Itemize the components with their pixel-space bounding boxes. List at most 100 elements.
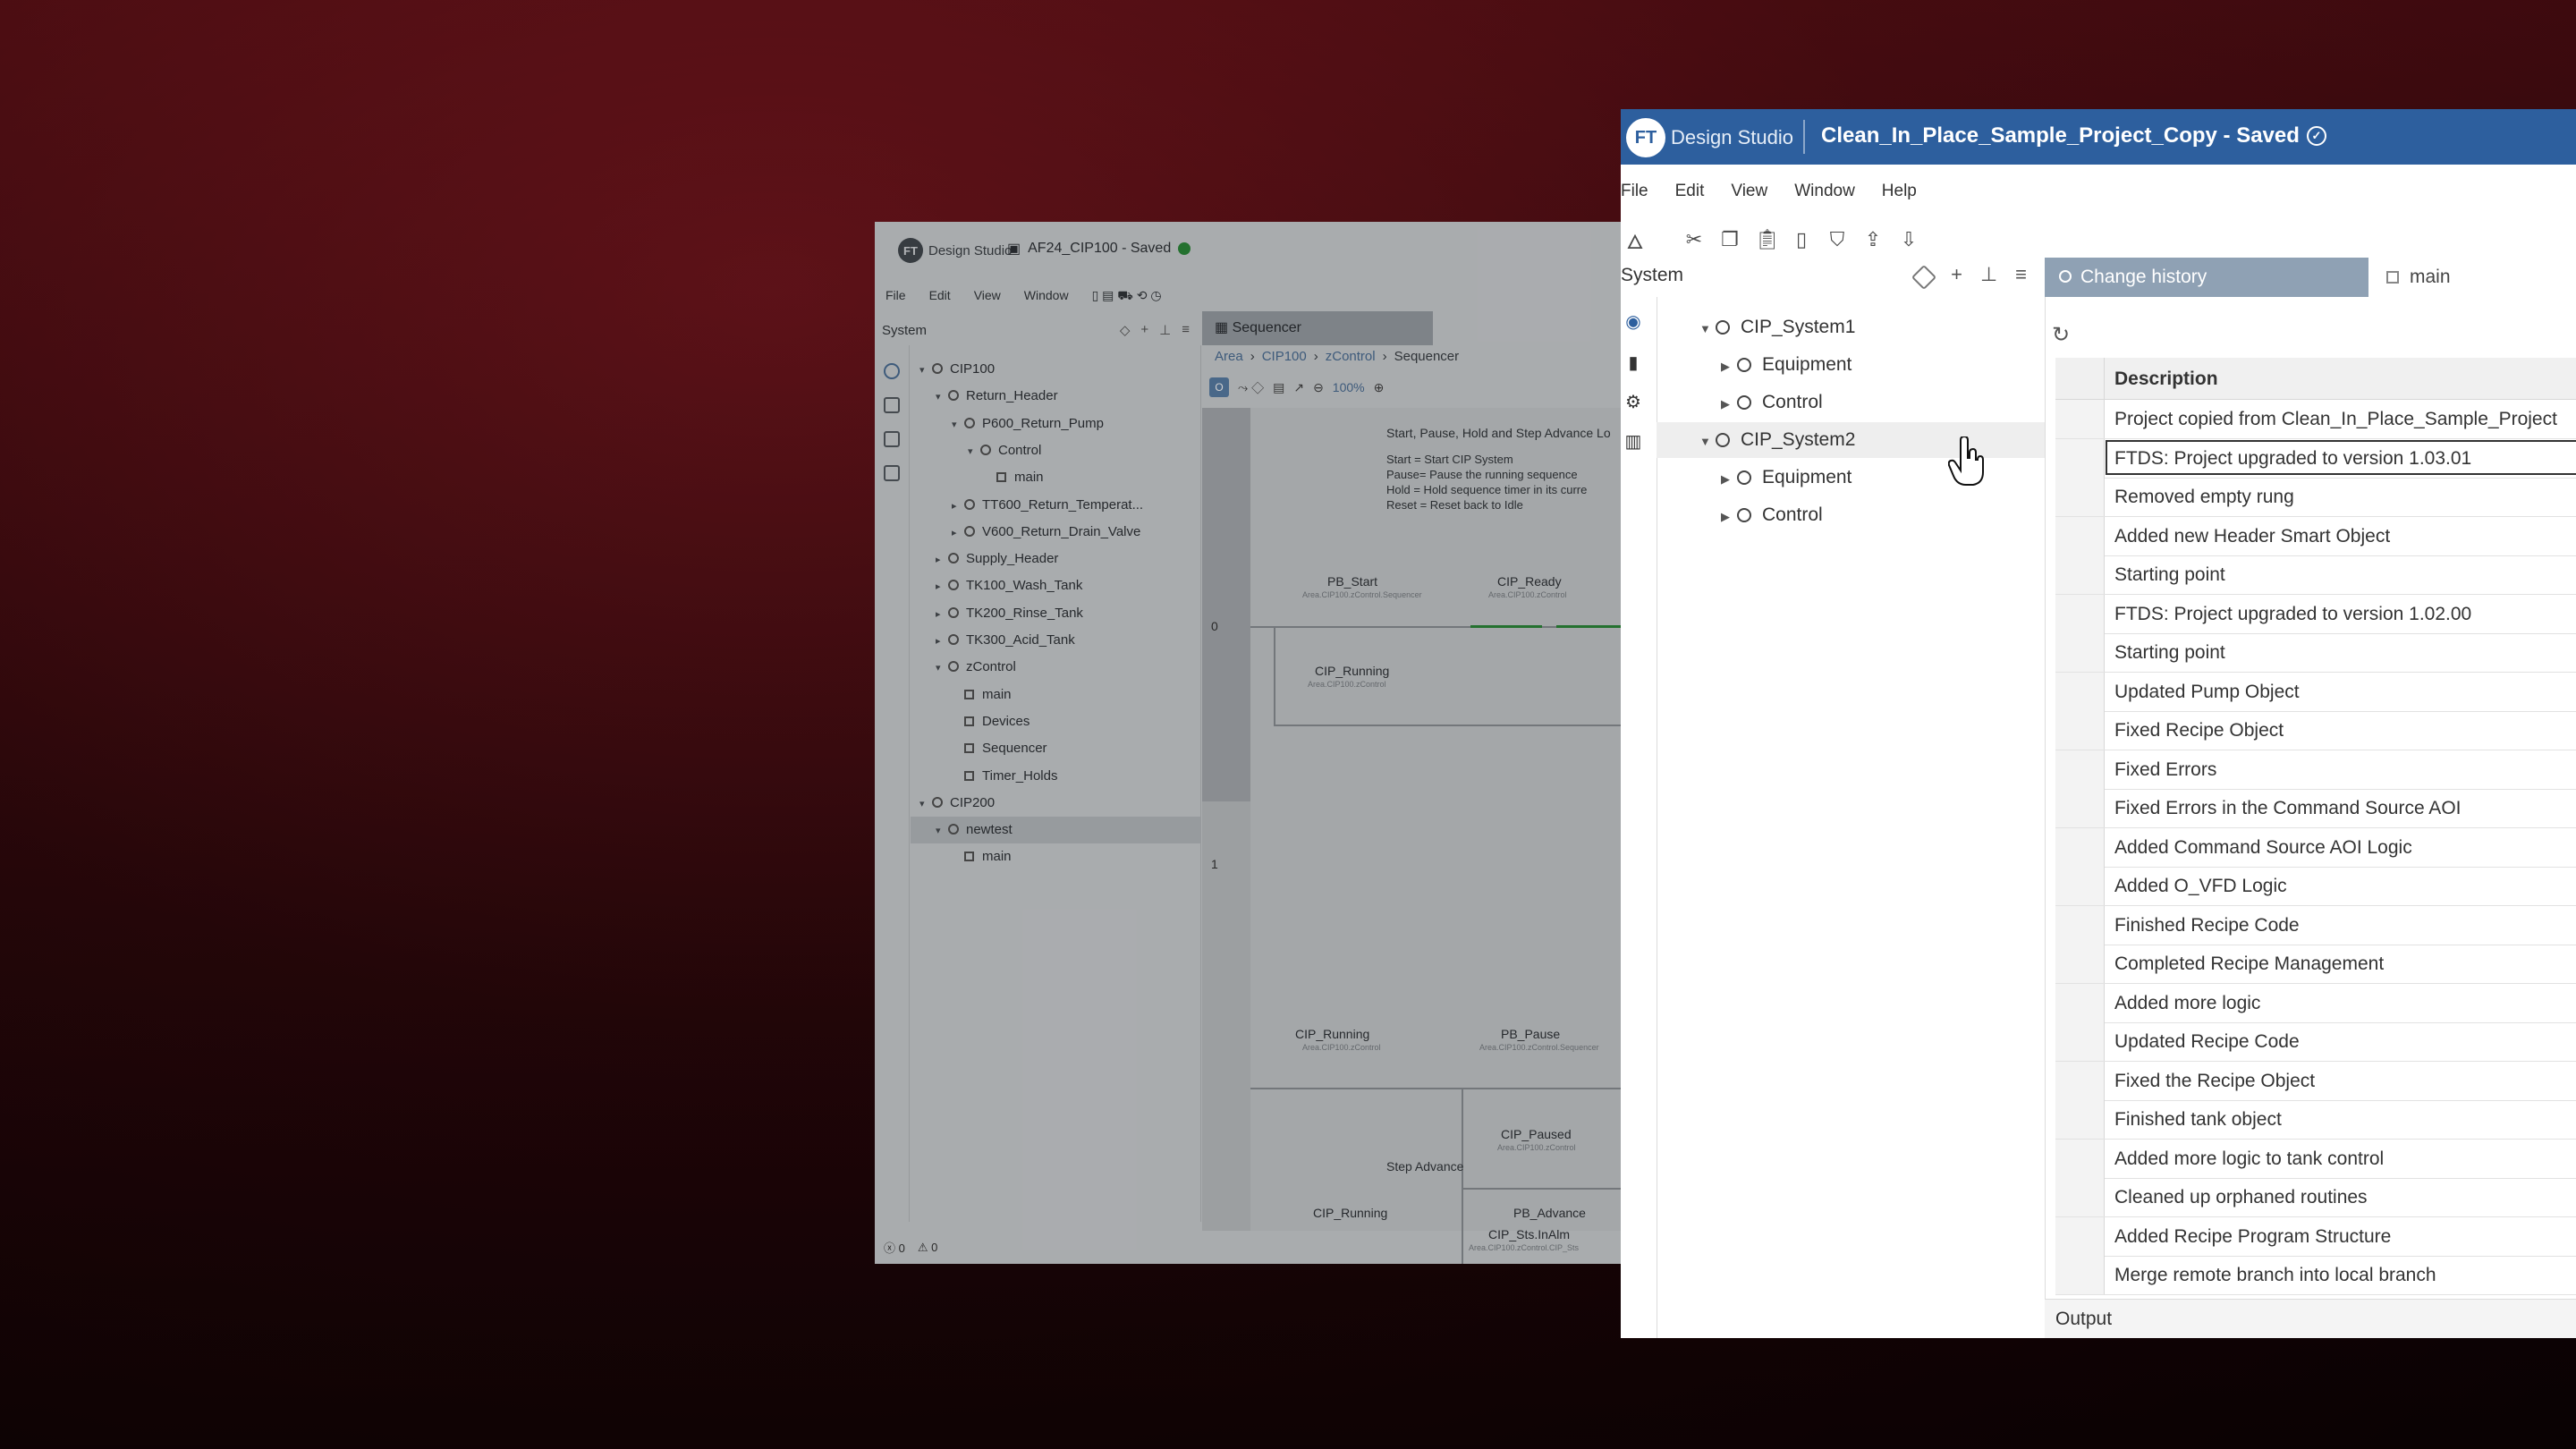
- toolbar-icons[interactable]: ▯ ▤ ⛟ ⟲ ◷: [1090, 284, 1164, 309]
- pin-icon[interactable]: ⊥: [1980, 263, 1997, 286]
- row-gutter[interactable]: [2055, 555, 2105, 594]
- error-icon[interactable]: ⓧ 0: [884, 1239, 905, 1256]
- device-icon[interactable]: ▯: [1791, 228, 1812, 251]
- table-row[interactable]: Added O_VFD Logic: [2055, 867, 2576, 906]
- caret-down-icon[interactable]: ▾: [952, 411, 964, 438]
- table-row[interactable]: Added more logic: [2055, 983, 2576, 1023]
- system-view-icon[interactable]: ◉: [1623, 311, 1644, 333]
- table-row[interactable]: Completed Recipe Management: [2055, 945, 2576, 984]
- caret-right-icon[interactable]: ▶: [1721, 386, 1737, 422]
- tag-pb-advance[interactable]: PB_Advance: [1513, 1206, 1586, 1220]
- row-gutter[interactable]: [2055, 1216, 2105, 1256]
- background-system-tree[interactable]: ▾ CIP100 ▾ Return_Header ▾ P600_Return_Pump ▾ C…: [911, 345, 1201, 1222]
- row-gutter[interactable]: [2055, 478, 2105, 516]
- tree-item[interactable]: main: [911, 843, 1200, 870]
- caret-down-icon[interactable]: ▼: [1699, 424, 1716, 460]
- tree-item[interactable]: ▸ TK100_Wash_Tank: [911, 572, 1200, 599]
- menu-edit[interactable]: Edit: [928, 284, 953, 309]
- menu-icon[interactable]: ≡: [2015, 263, 2027, 286]
- caret-right-icon[interactable]: ▶: [1721, 499, 1737, 535]
- caret-right-icon[interactable]: ▶: [1721, 462, 1737, 497]
- table-row[interactable]: Added Command Source AOI Logic: [2055, 827, 2576, 868]
- tree-item[interactable]: main: [911, 682, 1200, 708]
- row-gutter[interactable]: [2055, 1061, 2105, 1100]
- copy-icon[interactable]: ❐: [1719, 228, 1741, 251]
- row-gutter[interactable]: [2055, 905, 2105, 945]
- warning-icon[interactable]: ⚠ 0: [918, 1241, 938, 1255]
- row-gutter[interactable]: [2055, 867, 2105, 905]
- row-gutter[interactable]: [2055, 750, 2105, 789]
- share-icon[interactable]: ↗: [1293, 380, 1304, 395]
- table-row[interactable]: FTDS: Project upgraded to version 1.02.0…: [2055, 594, 2576, 634]
- table-row[interactable]: Added new Header Smart Object: [2055, 516, 2576, 556]
- branch-icon[interactable]: ⤳ ◇: [1238, 380, 1264, 395]
- caret-right-icon[interactable]: ▸: [936, 573, 948, 600]
- row-gutter[interactable]: [2055, 1100, 2105, 1139]
- caret-down-icon[interactable]: ▼: [1699, 311, 1716, 347]
- tree-item[interactable]: ▶ Control: [1657, 497, 2045, 533]
- cut-icon[interactable]: ✂: [1683, 228, 1705, 251]
- tag-pb-pause[interactable]: PB_Pause: [1501, 1027, 1560, 1041]
- menu-window[interactable]: Window: [1794, 182, 1855, 201]
- output-panel-header[interactable]: Output: [2045, 1299, 2576, 1338]
- caret-right-icon[interactable]: ▶: [1721, 349, 1737, 385]
- table-row[interactable]: Fixed Errors: [2055, 750, 2576, 790]
- table-row[interactable]: Fixed Errors in the Command Source AOI: [2055, 789, 2576, 828]
- refresh-icon[interactable]: ↻: [2052, 322, 2070, 348]
- device-icon[interactable]: [884, 397, 900, 413]
- tag-cip-running[interactable]: CIP_Running: [1315, 664, 1389, 678]
- caret-down-icon[interactable]: ▾: [936, 818, 948, 844]
- row-gutter[interactable]: [2055, 594, 2105, 633]
- caret-right-icon[interactable]: ▸: [952, 520, 964, 547]
- row-gutter[interactable]: [2055, 711, 2105, 750]
- zoom-out-icon[interactable]: ⊖: [1313, 380, 1324, 395]
- table-row[interactable]: Updated Recipe Code: [2055, 1022, 2576, 1062]
- caret-down-icon[interactable]: ▾: [936, 655, 948, 682]
- caret-right-icon[interactable]: ▸: [936, 547, 948, 573]
- front-system-tree[interactable]: ▼ CIP_System1 ▶ Equipment ▶ Control ▼ CIP_Syste…: [1657, 297, 2046, 1338]
- tree-item[interactable]: Timer_Holds: [911, 763, 1200, 790]
- menu-view[interactable]: View: [972, 284, 1003, 309]
- tag-cip-running[interactable]: CIP_Running: [1295, 1027, 1369, 1041]
- menu-edit[interactable]: Edit: [1675, 182, 1705, 201]
- menu-view[interactable]: View: [1731, 182, 1767, 201]
- table-row[interactable]: Starting point: [2055, 633, 2576, 673]
- rung-mode-icon[interactable]: O: [1209, 377, 1229, 397]
- caret-down-icon[interactable]: ▾: [919, 791, 932, 818]
- add-icon[interactable]: +: [1951, 263, 1962, 286]
- tree-item[interactable]: ▾ P600_Return_Pump: [911, 411, 1200, 437]
- upload-icon[interactable]: ⇪: [1862, 228, 1884, 251]
- device-icon[interactable]: ▮: [1623, 352, 1644, 374]
- pin-icon[interactable]: ⊥: [1159, 322, 1171, 338]
- table-row[interactable]: Fixed the Recipe Object: [2055, 1061, 2576, 1101]
- tree-item[interactable]: ▸ TK200_Rinse_Tank: [911, 600, 1200, 627]
- front-window[interactable]: FT Design Studio Clean_In_Place_Sample_P…: [1621, 109, 2576, 1338]
- tree-item[interactable]: ▼ CIP_System2: [1657, 422, 2045, 458]
- table-row[interactable]: Removed empty rung: [2055, 478, 2576, 517]
- tag-icon[interactable]: [1911, 264, 1937, 291]
- row-gutter[interactable]: [2055, 400, 2105, 438]
- paste-icon[interactable]: 📋︎: [1755, 228, 1780, 251]
- row-gutter[interactable]: [2055, 789, 2105, 827]
- table-row[interactable]: FTDS: Project upgraded to version 1.03.0…: [2055, 438, 2576, 479]
- table-icon[interactable]: ▤: [1273, 380, 1284, 395]
- row-gutter[interactable]: [2055, 945, 2105, 983]
- table-row[interactable]: Cleaned up orphaned routines: [2055, 1178, 2576, 1217]
- breadcrumb-area[interactable]: Area: [1215, 349, 1243, 364]
- settings-icon[interactable]: [884, 431, 900, 447]
- library-icon[interactable]: [884, 465, 900, 481]
- table-row[interactable]: Added more logic to tank control: [2055, 1139, 2576, 1179]
- tree-item[interactable]: ▾ CIP200: [911, 790, 1200, 817]
- rocket-icon[interactable]: 🜂: [1624, 219, 1646, 260]
- column-description[interactable]: Description: [2114, 369, 2218, 390]
- table-row[interactable]: Starting point: [2055, 555, 2576, 595]
- caret-down-icon[interactable]: ▾: [968, 438, 980, 465]
- tag-cip-ready[interactable]: CIP_Ready: [1497, 574, 1562, 589]
- table-row[interactable]: Fixed Recipe Object: [2055, 711, 2576, 750]
- table-row[interactable]: Added Recipe Program Structure: [2055, 1216, 2576, 1257]
- breadcrumb-zcontrol[interactable]: zControl: [1326, 349, 1376, 364]
- background-window[interactable]: FT Design Studio ▣ AF24_CIP100 - Saved F…: [875, 222, 1621, 1264]
- tab-sequencer[interactable]: ▦ Sequencer: [1202, 311, 1433, 345]
- menu-window[interactable]: Window: [1022, 284, 1071, 309]
- table-row[interactable]: Updated Pump Object: [2055, 672, 2576, 712]
